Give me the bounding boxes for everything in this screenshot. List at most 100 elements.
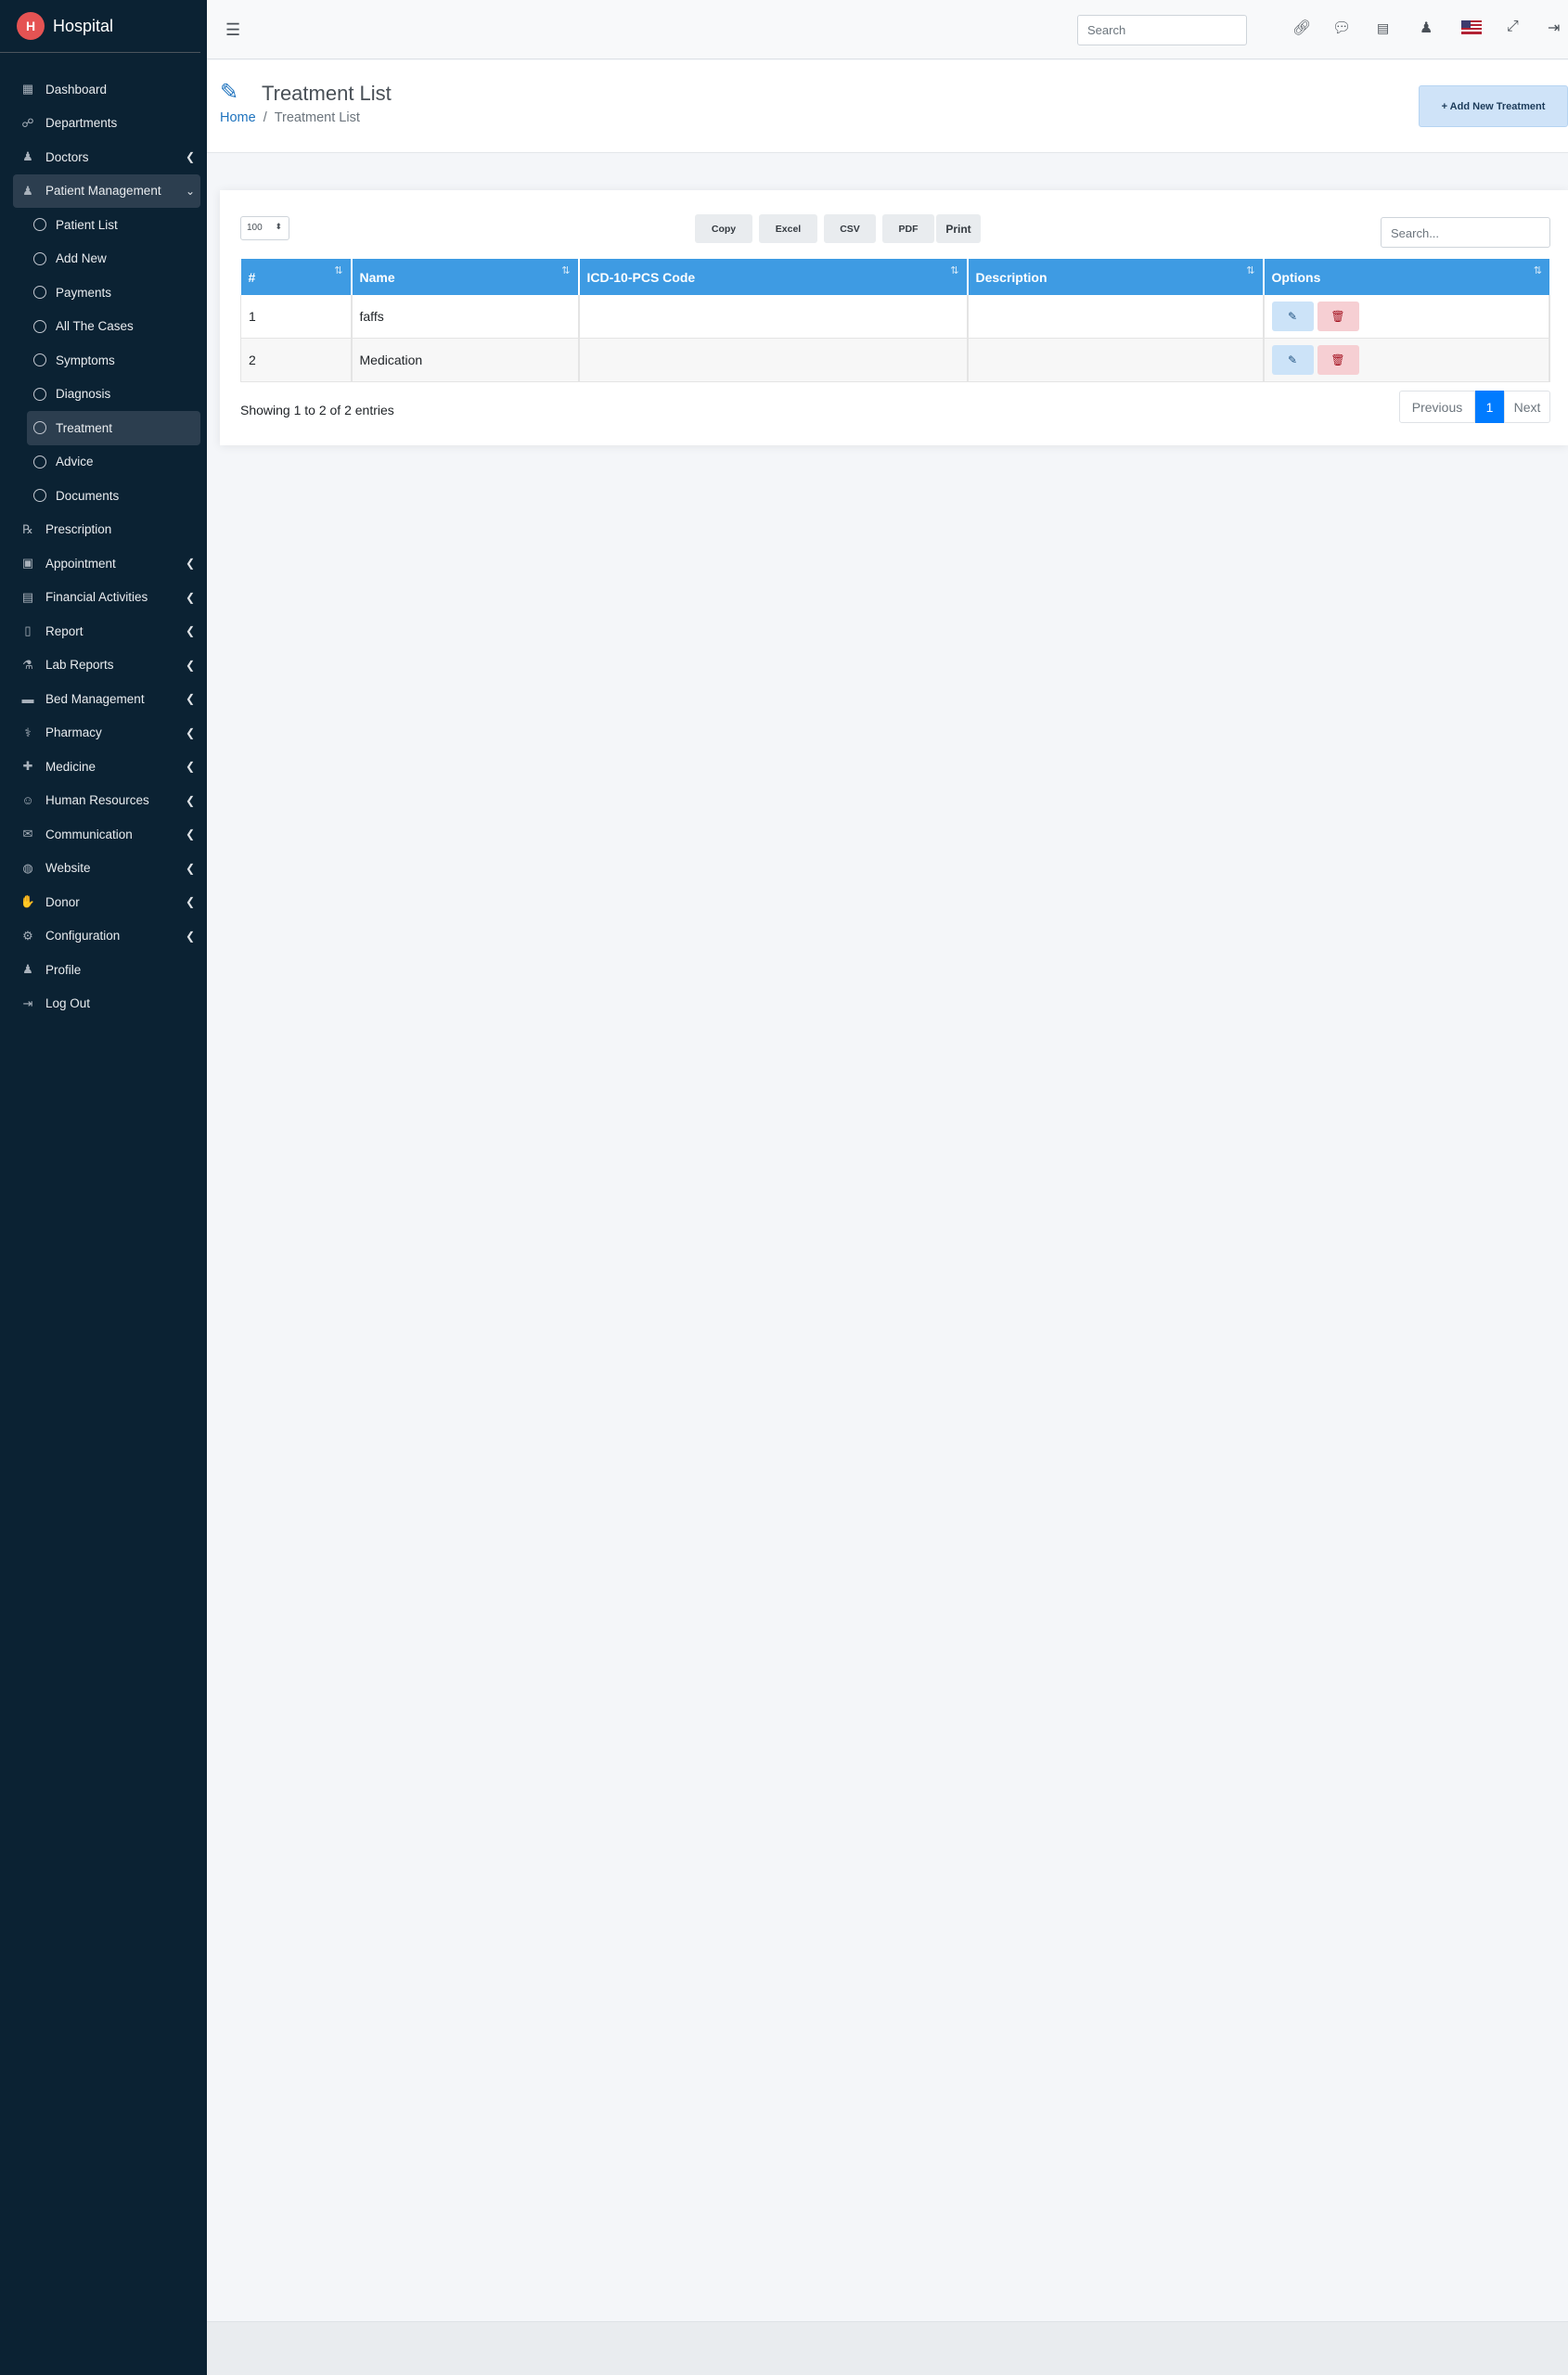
sidebar-item-departments[interactable]: ☍ Departments: [13, 107, 200, 141]
column-header-number[interactable]: # ⇅: [240, 259, 353, 295]
top-navbar: ☰ Search 🔗︎ 💬︎ ▤ ♟ ⤢ ⇥: [207, 0, 1568, 59]
medkit-icon: ✚: [22, 759, 33, 774]
delete-button[interactable]: 🗑︎: [1317, 302, 1359, 331]
link-icon[interactable]: 🔗︎: [1292, 19, 1311, 37]
sidebar-item-appointment[interactable]: ▣ Appointment ❮: [13, 546, 200, 581]
treatment-table-card: 100 ⬍ Copy Excel CSV PDF Print Search...…: [220, 190, 1568, 445]
circle-icon: [33, 353, 46, 367]
column-label: Options: [1271, 269, 1321, 285]
edit-button[interactable]: ✎: [1271, 344, 1314, 375]
column-header-description[interactable]: Description ⇅: [967, 259, 1265, 295]
sidebar-item-label: Donor: [45, 894, 80, 909]
sidebar-subitem-payments[interactable]: Payments: [27, 276, 200, 310]
page-title: Treatment List: [262, 82, 392, 105]
file-icon: ▯: [24, 623, 32, 638]
page-length-select[interactable]: 100 ⬍: [240, 216, 289, 240]
excel-button[interactable]: Excel: [759, 214, 817, 243]
top-search-input[interactable]: Search: [1077, 15, 1247, 45]
chevron-down-icon: ⌄: [185, 184, 195, 198]
sidebar-item-financial-activities[interactable]: ▤ Financial Activities ❮: [13, 581, 200, 615]
logout-icon[interactable]: ⇥: [1548, 19, 1560, 37]
sidebar-item-human-resources[interactable]: ☺ Human Resources ❮: [13, 784, 200, 818]
sidebar-subitem-advice[interactable]: Advice: [27, 445, 200, 480]
payment-icon[interactable]: ▤: [1377, 20, 1389, 36]
sidebar-subitem-symptoms[interactable]: Symptoms: [27, 343, 200, 378]
sidebar-item-label: Patient Management: [45, 184, 161, 199]
sidebar-item-label: Prescription: [45, 522, 112, 537]
table-header-row: # ⇅ Name ⇅ ICD-10-PCS Code ⇅ Description ⇅ O…: [240, 259, 1549, 295]
sidebar-item-pharmacy[interactable]: ⚕ Pharmacy ❮: [13, 716, 200, 751]
sidebar-subitem-label: Symptoms: [56, 353, 115, 367]
circle-icon: [33, 421, 46, 435]
brand[interactable]: H Hospital: [0, 0, 200, 53]
chat-icon[interactable]: 💬︎: [1332, 19, 1351, 37]
sidebar-subitem-documents[interactable]: Documents: [27, 479, 200, 513]
select-arrows-icon: ⬍: [275, 222, 282, 231]
sidebar-item-log-out[interactable]: ⇥ Log Out: [13, 987, 200, 1021]
sidebar-item-lab-reports[interactable]: ⚗ Lab Reports ❮: [13, 648, 200, 683]
sidebar: H Hospital ▦ Dashboard ☍ Departments ♟ D…: [0, 0, 207, 2375]
sidebar-subitem-label: Payments: [56, 285, 112, 300]
trash-icon: 🗑︎: [1330, 310, 1345, 323]
cell-options: ✎ 🗑︎: [1263, 295, 1550, 339]
sidebar-subitem-all-cases[interactable]: All The Cases: [27, 310, 200, 344]
column-header-icd-code[interactable]: ICD-10-PCS Code ⇅: [578, 259, 969, 295]
us-flag-icon[interactable]: [1461, 20, 1482, 39]
csv-button[interactable]: CSV: [824, 214, 876, 243]
breadcrumb-home-link[interactable]: Home: [220, 110, 256, 125]
sidebar-item-donor[interactable]: ✋ Donor ❮: [13, 885, 200, 919]
edit-button[interactable]: ✎: [1271, 302, 1314, 331]
print-button[interactable]: Print: [936, 214, 981, 243]
breadcrumb: Home / Treatment List: [220, 110, 360, 125]
hospital-logo-icon: H: [17, 12, 45, 40]
delete-button[interactable]: 🗑︎: [1317, 344, 1359, 375]
add-new-treatment-button[interactable]: + Add New Treatment: [1419, 85, 1568, 127]
comments-icon: ✉: [22, 827, 33, 841]
sidebar-item-label: Communication: [45, 827, 133, 841]
sidebar-subitem-treatment[interactable]: Treatment: [27, 411, 200, 445]
fullscreen-icon[interactable]: ⤢: [1507, 19, 1519, 35]
column-label: Description: [975, 269, 1047, 285]
table-row: 2 Medication ✎ 🗑︎: [240, 338, 1550, 382]
user-icon: ♟: [22, 962, 33, 977]
pagination-page-1[interactable]: 1: [1475, 391, 1504, 423]
pagination-previous[interactable]: Previous: [1399, 391, 1475, 423]
pagination-next[interactable]: Next: [1504, 391, 1550, 423]
chevron-left-icon: ❮: [185, 929, 195, 943]
column-header-name[interactable]: Name ⇅: [351, 259, 580, 295]
circle-icon: [33, 286, 46, 300]
sidebar-item-configuration[interactable]: ⚙ Configuration ❮: [13, 919, 200, 954]
chevron-left-icon: ❮: [185, 725, 195, 739]
user-icon: ♟: [22, 183, 33, 198]
sidebar-subitem-patient-list[interactable]: Patient List: [27, 208, 200, 242]
sidebar-item-bed-management[interactable]: ▬ Bed Management ❮: [13, 682, 200, 716]
sidebar-item-prescription[interactable]: ℞ Prescription: [13, 513, 200, 547]
gear-icon: ⚙: [22, 928, 33, 943]
sidebar-item-profile[interactable]: ♟ Profile: [13, 953, 200, 987]
circle-icon: [33, 251, 46, 265]
table-search-input[interactable]: Search...: [1381, 217, 1550, 248]
sidebar-item-report[interactable]: ▯ Report ❮: [13, 614, 200, 648]
sitemap-icon: ☍: [21, 115, 34, 130]
edit-icon: ✎: [1287, 353, 1298, 366]
sidebar-item-medicine[interactable]: ✚ Medicine ❮: [13, 750, 200, 784]
circle-icon: [33, 455, 46, 469]
column-header-options[interactable]: Options ⇅: [1263, 259, 1549, 295]
chevron-left-icon: ❮: [185, 590, 195, 604]
sidebar-item-label: Financial Activities: [45, 590, 148, 605]
column-label: Name: [359, 269, 395, 285]
user-add-icon[interactable]: ♟: [1420, 19, 1433, 37]
sidebar-item-website[interactable]: ◍ Website ❮: [13, 852, 200, 886]
sidebar-item-doctors[interactable]: ♟ Doctors ❮: [13, 140, 200, 174]
sidebar-item-communication[interactable]: ✉ Communication ❮: [13, 817, 200, 852]
copy-button[interactable]: Copy: [695, 214, 752, 243]
pdf-button[interactable]: PDF: [882, 214, 934, 243]
sidebar-subitem-diagnosis[interactable]: Diagnosis: [27, 378, 200, 412]
cell-number: 1: [240, 295, 353, 339]
sidebar-item-patient-management[interactable]: ♟ Patient Management ⌄: [13, 173, 200, 208]
pagination: Previous 1 Next: [1399, 391, 1550, 423]
chevron-left-icon: ❮: [185, 895, 195, 908]
sidebar-item-dashboard[interactable]: ▦ Dashboard: [13, 72, 200, 107]
sidebar-subitem-add-new[interactable]: Add New: [27, 242, 200, 276]
menu-icon[interactable]: ☰: [225, 20, 240, 40]
